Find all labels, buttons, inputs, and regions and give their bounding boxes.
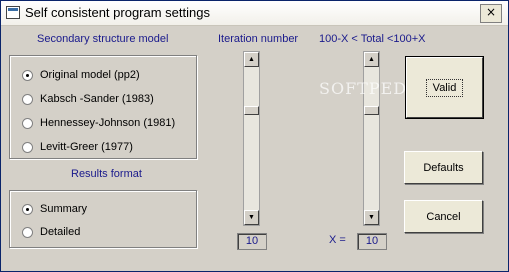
radio-label: Detailed <box>40 226 81 238</box>
valid-button-label: Valid <box>425 78 464 97</box>
radio-label: Summary <box>40 203 88 215</box>
radio-detailed[interactable]: Detailed <box>22 224 80 240</box>
valid-button[interactable]: Valid <box>405 56 484 119</box>
radio-label: Levitt-Greer (1977) <box>40 141 133 153</box>
total-scroll-thumb[interactable] <box>364 106 379 115</box>
iteration-label: Iteration number <box>218 33 299 45</box>
scroll-down-icon[interactable]: ▼ <box>364 210 379 225</box>
radio-label: Kabsch -Sander (1983) <box>40 93 154 105</box>
radio-summary[interactable]: Summary <box>22 201 87 217</box>
title-bar: Self consistent program settings × <box>1 1 508 26</box>
scroll-up-icon[interactable]: ▲ <box>244 52 259 67</box>
radio-indicator[interactable] <box>22 141 33 153</box>
total-range-label: 100-X < Total <100+X <box>319 33 426 45</box>
cancel-button-label: Cancel <box>426 210 461 223</box>
iteration-scrollbar[interactable]: ▲ ▼ <box>243 51 260 226</box>
total-scrollbar[interactable]: ▲ ▼ <box>363 51 380 226</box>
radio-indicator[interactable] <box>22 117 33 129</box>
cancel-button[interactable]: Cancel <box>404 200 483 233</box>
x-equals-label: X = <box>329 234 346 246</box>
results-group-title: Results format <box>71 168 142 180</box>
radio-indicator[interactable] <box>22 93 33 105</box>
iteration-scroll-thumb[interactable] <box>244 106 259 115</box>
radio-levitt-greer[interactable]: Levitt-Greer (1977) <box>22 139 133 155</box>
total-x-value: 10 <box>357 233 387 250</box>
scroll-down-icon[interactable]: ▼ <box>244 210 259 225</box>
close-button[interactable]: × <box>480 4 502 23</box>
radio-label: Hennessey-Johnson (1981) <box>40 117 176 129</box>
radio-indicator[interactable] <box>22 226 33 238</box>
radio-original-model[interactable]: Original model (pp2) <box>22 67 140 83</box>
radio-label: Original model (pp2) <box>40 69 140 81</box>
structure-group-title: Secondary structure model <box>37 33 169 45</box>
iteration-value: 10 <box>237 233 267 250</box>
radio-hennessey-johnson[interactable]: Hennessey-Johnson (1981) <box>22 115 175 131</box>
results-group: Summary Detailed <box>9 190 197 248</box>
radio-kabsch-sander[interactable]: Kabsch -Sander (1983) <box>22 91 154 107</box>
settings-window: Self consistent program settings × Secon… <box>0 0 509 272</box>
radio-indicator[interactable] <box>22 69 33 81</box>
scroll-up-icon[interactable]: ▲ <box>364 52 379 67</box>
radio-indicator[interactable] <box>22 203 33 215</box>
window-icon <box>6 6 20 19</box>
defaults-button[interactable]: Defaults <box>404 151 483 184</box>
defaults-button-label: Defaults <box>423 161 464 174</box>
window-title: Self consistent program settings <box>25 5 210 20</box>
structure-group: Original model (pp2) Kabsch -Sander (198… <box>9 55 197 159</box>
